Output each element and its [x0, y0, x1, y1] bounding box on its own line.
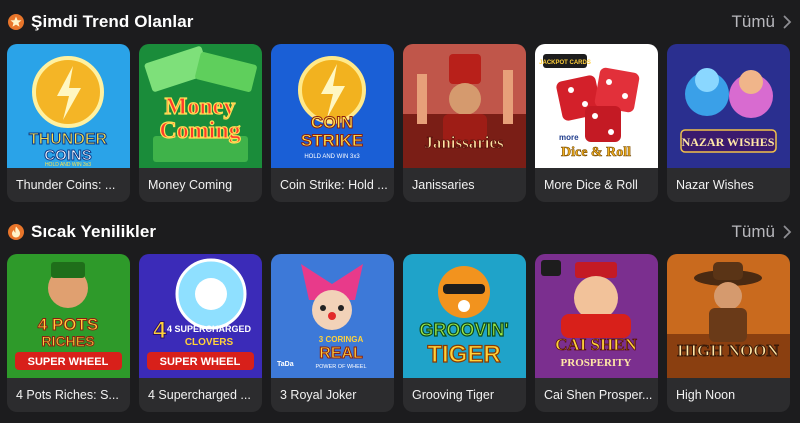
art-text-3: HOLD AND WIN 3x3	[304, 154, 360, 160]
game-thumbnail: THUNDER COINS HOLD AND WIN 3x3	[7, 44, 130, 168]
game-title: 3 Royal Joker	[280, 388, 357, 402]
art-text-2: RICHES	[42, 333, 95, 349]
game-title: Thunder Coins: ...	[16, 178, 116, 192]
game-card-high-noon[interactable]: HIGH NOON High Noon	[667, 254, 790, 412]
game-card-money-coming[interactable]: Money Coming Money Coming	[139, 44, 262, 202]
game-title: Coin Strike: Hold ...	[280, 178, 388, 192]
game-thumbnail: Janissaries	[403, 44, 526, 168]
art-text-3: HOLD AND WIN 3x3	[45, 162, 91, 168]
art-text-1: GROOVIN'	[419, 320, 508, 340]
art-text-4: TaDa	[277, 361, 294, 368]
game-card-cai-shen-prosperity[interactable]: CAI SHEN PROSPERITY Cai Shen Prosper...	[535, 254, 658, 412]
game-thumbnail: GROOVIN' TIGER	[403, 254, 526, 378]
art-text-2: Coming	[159, 118, 240, 144]
game-card-coin-strike[interactable]: COIN STRIKE HOLD AND WIN 3x3 Coin Strike…	[271, 44, 394, 202]
art-text-1: CAI SHEN	[555, 335, 637, 354]
see-all-link[interactable]: Tümü	[732, 12, 792, 32]
game-title: Nazar Wishes	[676, 178, 754, 192]
game-thumbnail: 3 CORINGA REAL POWER OF WHEEL TaDa	[271, 254, 394, 378]
art-text-2: PROSPERITY	[561, 357, 632, 369]
art-text-1: Janissaries	[424, 133, 504, 152]
game-card-nazar-wishes[interactable]: NAZAR WISHES Nazar Wishes	[667, 44, 790, 202]
game-card-grooving-tiger[interactable]: GROOVIN' TIGER Grooving Tiger	[403, 254, 526, 412]
chevron-right-icon	[783, 225, 792, 239]
art-text-3: POWER OF WHEEL	[315, 364, 366, 370]
game-title: Cai Shen Prosper...	[544, 388, 653, 402]
art-text-1: 4 SUPERCHARGED	[167, 324, 252, 334]
art-text-1: Money	[165, 94, 236, 120]
see-all-link[interactable]: Tümü	[732, 222, 792, 242]
game-thumbnail: CAI SHEN PROSPERITY	[535, 254, 658, 378]
game-thumbnail: HIGH NOON	[667, 254, 790, 378]
art-text-1: 4 POTS	[38, 315, 98, 334]
game-title: Money Coming	[148, 178, 233, 192]
art-text-1: 3 CORINGA	[319, 335, 364, 344]
art-text-1: THUNDER	[29, 131, 108, 148]
section-header: Şimdi Trend Olanlar Tümü	[0, 0, 800, 40]
game-thumbnail: COIN STRIKE HOLD AND WIN 3x3	[271, 44, 394, 168]
game-title: Janissaries	[412, 178, 475, 192]
art-text-1: COIN	[311, 113, 354, 132]
game-card-4-supercharged-clovers[interactable]: 4 4 SUPERCHARGED CLOVERS SUPER WHEEL 4 S…	[139, 254, 262, 412]
see-all-label: Tümü	[731, 222, 775, 241]
art-text-2: TIGER	[427, 341, 500, 368]
chevron-right-icon	[783, 15, 792, 29]
svg-text:4: 4	[153, 317, 167, 344]
game-thumbnail: 4 POTS RICHES SUPER WHEEL	[7, 254, 130, 378]
flame-badge-icon	[8, 224, 24, 240]
game-title: 4 Pots Riches: S...	[16, 388, 119, 402]
see-all-label: Tümü	[731, 12, 775, 31]
game-thumbnail: NAZAR WISHES	[667, 44, 790, 168]
game-title: Grooving Tiger	[412, 388, 494, 402]
star-badge-icon	[8, 14, 24, 30]
art-text-2: REAL	[319, 345, 363, 362]
section-title: Sıcak Yenilikler	[31, 222, 157, 241]
game-row: 4 POTS RICHES SUPER WHEEL 4 Pots Riches:…	[7, 254, 790, 412]
art-text-1: JACKPOT CARDS	[539, 60, 591, 66]
hot-new-section: Sıcak Yenilikler Tümü 4 POTS RICHES SUPE…	[0, 210, 800, 412]
game-title: More Dice & Roll	[544, 178, 638, 192]
art-text-3: SUPER WHEEL	[28, 356, 109, 368]
game-title: 4 Supercharged ...	[148, 388, 251, 402]
art-text-1: HIGH NOON	[677, 341, 779, 360]
game-thumbnail: 4 4 SUPERCHARGED CLOVERS SUPER WHEEL	[139, 254, 262, 378]
game-title: High Noon	[676, 388, 736, 402]
art-text-3: Dice & Roll	[561, 145, 631, 160]
game-thumbnail: Money Coming	[139, 44, 262, 168]
art-text-3: SUPER WHEEL	[160, 356, 241, 368]
art-text-2: CLOVERS	[185, 337, 234, 348]
art-text-2: STRIKE	[301, 131, 363, 150]
section-header: Sıcak Yenilikler Tümü	[0, 210, 800, 250]
game-card-thunder-coins[interactable]: THUNDER COINS HOLD AND WIN 3x3 Thunder C…	[7, 44, 130, 202]
trending-section: Şimdi Trend Olanlar Tümü THUNDER COINS H…	[0, 0, 800, 202]
game-card-janissaries[interactable]: Janissaries Janissaries	[403, 44, 526, 202]
game-card-4-pots-riches[interactable]: 4 POTS RICHES SUPER WHEEL 4 Pots Riches:…	[7, 254, 130, 412]
section-title: Şimdi Trend Olanlar	[31, 12, 194, 31]
art-text-1: NAZAR WISHES	[682, 135, 775, 149]
game-card-more-dice-roll[interactable]: JACKPOT CARDS more Dice & Roll More Dice…	[535, 44, 658, 202]
game-thumbnail: JACKPOT CARDS more Dice & Roll	[535, 44, 658, 168]
art-text-2: more	[559, 133, 579, 142]
game-card-3-royal-joker[interactable]: 3 CORINGA REAL POWER OF WHEEL TaDa 3 Roy…	[271, 254, 394, 412]
game-row: THUNDER COINS HOLD AND WIN 3x3 Thunder C…	[7, 44, 790, 202]
